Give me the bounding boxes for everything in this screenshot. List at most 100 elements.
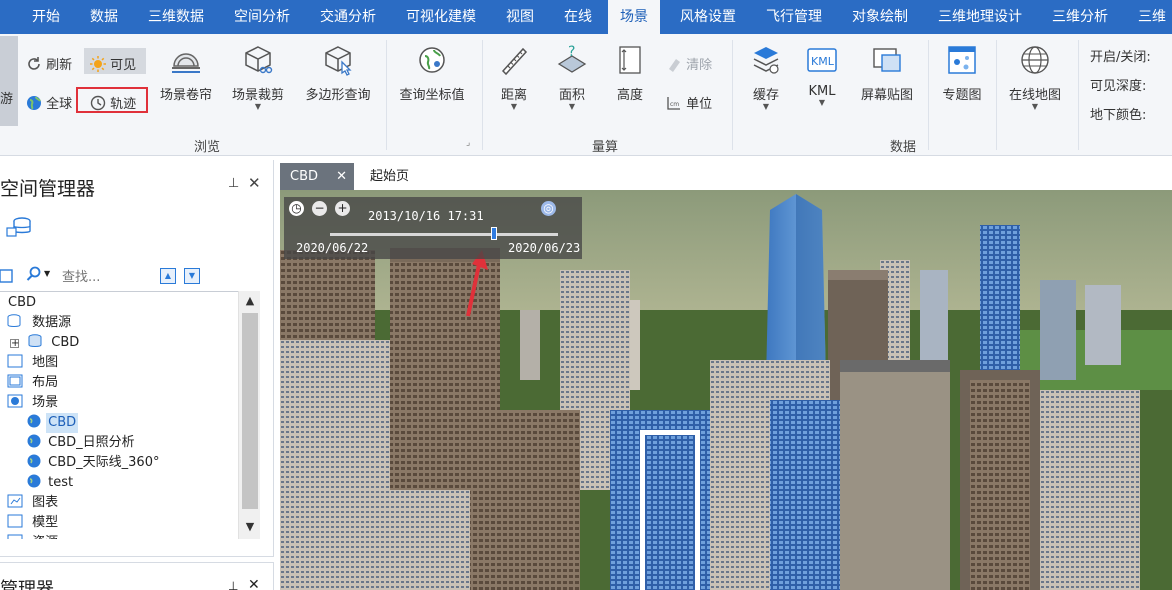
sun-icon — [90, 56, 110, 73]
scene-clip-button[interactable]: 场景裁剪 ▼ — [228, 44, 288, 111]
scene-globe-icon — [26, 454, 42, 470]
ribbon-separator — [732, 40, 733, 150]
tree-item-label: test — [48, 475, 74, 490]
close-panel-icon[interactable]: ✕ — [248, 174, 261, 192]
menu-tab-flight-management[interactable]: 飞行管理 — [754, 0, 834, 34]
scroll-up-icon[interactable]: ▲ — [239, 294, 261, 307]
tree-item-scene-sunlight[interactable]: CBD_日照分析 — [26, 433, 137, 453]
menu-tab-online[interactable]: 在线 — [552, 0, 604, 34]
pin-icon[interactable]: ⊥ — [228, 176, 239, 191]
query-coord-button[interactable]: 查询坐标值 — [396, 44, 468, 103]
tree-item-scenes[interactable]: 场景 — [0, 393, 60, 413]
doc-tab-start-page[interactable]: 起始页 — [360, 163, 419, 190]
menu-tab-data[interactable]: 数据 — [78, 0, 130, 34]
track-button[interactable]: 轨迹 — [90, 93, 136, 112]
tree-item-charts[interactable]: 图表 — [0, 493, 60, 513]
screen-tile-button[interactable]: 屏幕贴图 — [856, 44, 918, 103]
timeline-settings-icon[interactable]: ◎ — [541, 201, 556, 216]
scroll-down-icon[interactable]: ▼ — [239, 520, 261, 533]
menu-tab-3d-geodesign[interactable]: 三维地理设计 — [926, 0, 1034, 34]
move-down-icon[interactable]: ▼ — [184, 268, 200, 284]
kml-label: KML — [808, 84, 836, 99]
database-icon[interactable] — [6, 216, 32, 242]
distance-dropdown-icon[interactable]: ▼ — [494, 103, 534, 111]
cache-button[interactable]: 缓存 ▼ — [746, 44, 786, 111]
clear-button[interactable]: 清除 — [666, 54, 712, 73]
menu-tab-style-settings[interactable]: 风格设置 — [668, 0, 748, 34]
tree-item-workspace[interactable]: CBD — [6, 293, 38, 313]
menu-tab-3d-more[interactable]: 三维 — [1126, 0, 1172, 34]
underground-color-label[interactable]: 地下颜色: — [1090, 104, 1146, 123]
online-map-dropdown-icon[interactable]: ▼ — [1004, 103, 1066, 111]
timeline-track[interactable] — [330, 233, 558, 236]
online-map-button[interactable]: 在线地图 ▼ — [1004, 44, 1066, 111]
menu-tab-visual-modeling[interactable]: 可视化建模 — [394, 0, 488, 34]
tree-item-datasources[interactable]: 数据源 — [0, 313, 73, 333]
map-icon — [0, 354, 26, 370]
menu-tab-3d-analysis[interactable]: 三维分析 — [1040, 0, 1120, 34]
menu-tab-view[interactable]: 视图 — [494, 0, 546, 34]
tree-scrollbar[interactable]: ▲ ▼ — [238, 291, 260, 539]
zoom-out-icon[interactable]: − — [312, 201, 327, 216]
layer-icon[interactable] — [0, 268, 14, 288]
scene-roller-icon — [156, 44, 216, 80]
polygon-query-label: 多边形查询 — [305, 88, 371, 103]
distance-label: 距离 — [500, 88, 527, 103]
cache-dropdown-icon[interactable]: ▼ — [746, 103, 786, 111]
area-dropdown-icon[interactable]: ▼ — [552, 103, 592, 111]
doc-tab-label: 起始页 — [370, 169, 410, 184]
close-tab-icon[interactable]: ✕ — [336, 169, 347, 184]
global-button[interactable]: 全球 — [26, 93, 72, 112]
menu-tab-scene[interactable]: 场景 — [608, 0, 660, 34]
refresh-button[interactable]: 刷新 — [26, 54, 72, 73]
kml-dropdown-icon[interactable]: ▼ — [802, 99, 842, 107]
tree-item-datasource-cbd[interactable]: + CBD — [10, 333, 81, 353]
search-input[interactable] — [62, 267, 154, 287]
area-button[interactable]: ? 面积 ▼ — [552, 44, 592, 111]
workspace-manager-title: 空间管理器 — [0, 178, 96, 200]
unit-button[interactable]: cm 单位 — [666, 93, 712, 112]
menu-tab-spatial-analysis[interactable]: 空间分析 — [222, 0, 302, 34]
scene-clip-dropdown-icon[interactable]: ▼ — [228, 103, 288, 111]
search-icon[interactable] — [26, 266, 42, 286]
browse-group-expander-icon[interactable]: ⌟ — [466, 138, 470, 148]
ribbon-cut-item-label[interactable]: 游 — [0, 88, 13, 107]
menu-tab-3d-data[interactable]: 三维数据 — [136, 0, 216, 34]
tree-item-scene-test[interactable]: test — [26, 473, 75, 493]
polygon-query-button[interactable]: 多边形查询 — [302, 44, 374, 103]
search-dropdown-icon[interactable]: ▼ — [44, 269, 50, 278]
scroll-thumb[interactable] — [242, 313, 258, 509]
timeline-control[interactable]: ◷ − + 2013/10/16 17:31 ◎ 2020/06/22 2020… — [284, 197, 582, 259]
thematic-map-button[interactable]: 专题图 — [938, 44, 986, 103]
tree-item-models[interactable]: 模型 — [0, 513, 60, 533]
tree-item-maps[interactable]: 地图 — [0, 353, 60, 373]
height-button[interactable]: 高度 — [610, 44, 650, 103]
scene-roller-button[interactable]: 场景卷帘 — [156, 44, 216, 103]
timeline-start-date: 2020/06/22 — [296, 241, 369, 255]
close-panel-icon[interactable]: ✕ — [248, 577, 260, 590]
tree-item-label: CBD — [8, 295, 37, 310]
scene-3d-view[interactable]: ◷ − + 2013/10/16 17:31 ◎ 2020/06/22 2020… — [280, 190, 1172, 590]
distance-button[interactable]: 距离 ▼ — [494, 44, 534, 111]
clear-label: 清除 — [686, 58, 713, 73]
menu-tab-object-drawing[interactable]: 对象绘制 — [840, 0, 920, 34]
zoom-in-icon[interactable]: + — [335, 201, 350, 216]
pin-icon[interactable]: ⊥ — [228, 579, 238, 590]
svg-text:cm: cm — [670, 101, 679, 108]
expand-plus-icon[interactable]: + — [10, 339, 19, 349]
tree-item-layouts[interactable]: 布局 — [0, 373, 60, 393]
visible-button[interactable]: 可见 — [90, 54, 136, 73]
tree-item-scene-skyline[interactable]: CBD_天际线_360° — [26, 453, 161, 473]
tree-item-scene-cbd[interactable]: CBD — [26, 413, 79, 433]
doc-tab-cbd[interactable]: CBD ✕ — [280, 163, 354, 190]
menu-tab-start[interactable]: 开始 — [20, 0, 72, 34]
visible-depth-label[interactable]: 可见深度: — [1090, 75, 1146, 94]
move-up-icon[interactable]: ▲ — [160, 268, 176, 284]
document-tabs: CBD ✕ 起始页 — [280, 163, 1172, 190]
underground-toggle-label[interactable]: 开启/关闭: — [1090, 46, 1151, 65]
menu-tab-traffic-analysis[interactable]: 交通分析 — [308, 0, 388, 34]
timeline-slider-handle[interactable] — [491, 227, 498, 240]
kml-button[interactable]: KML KML ▼ — [802, 44, 842, 107]
timeline-clock-icon[interactable]: ◷ — [289, 201, 304, 216]
tree-item-resources[interactable]: 资源 — [0, 533, 60, 539]
